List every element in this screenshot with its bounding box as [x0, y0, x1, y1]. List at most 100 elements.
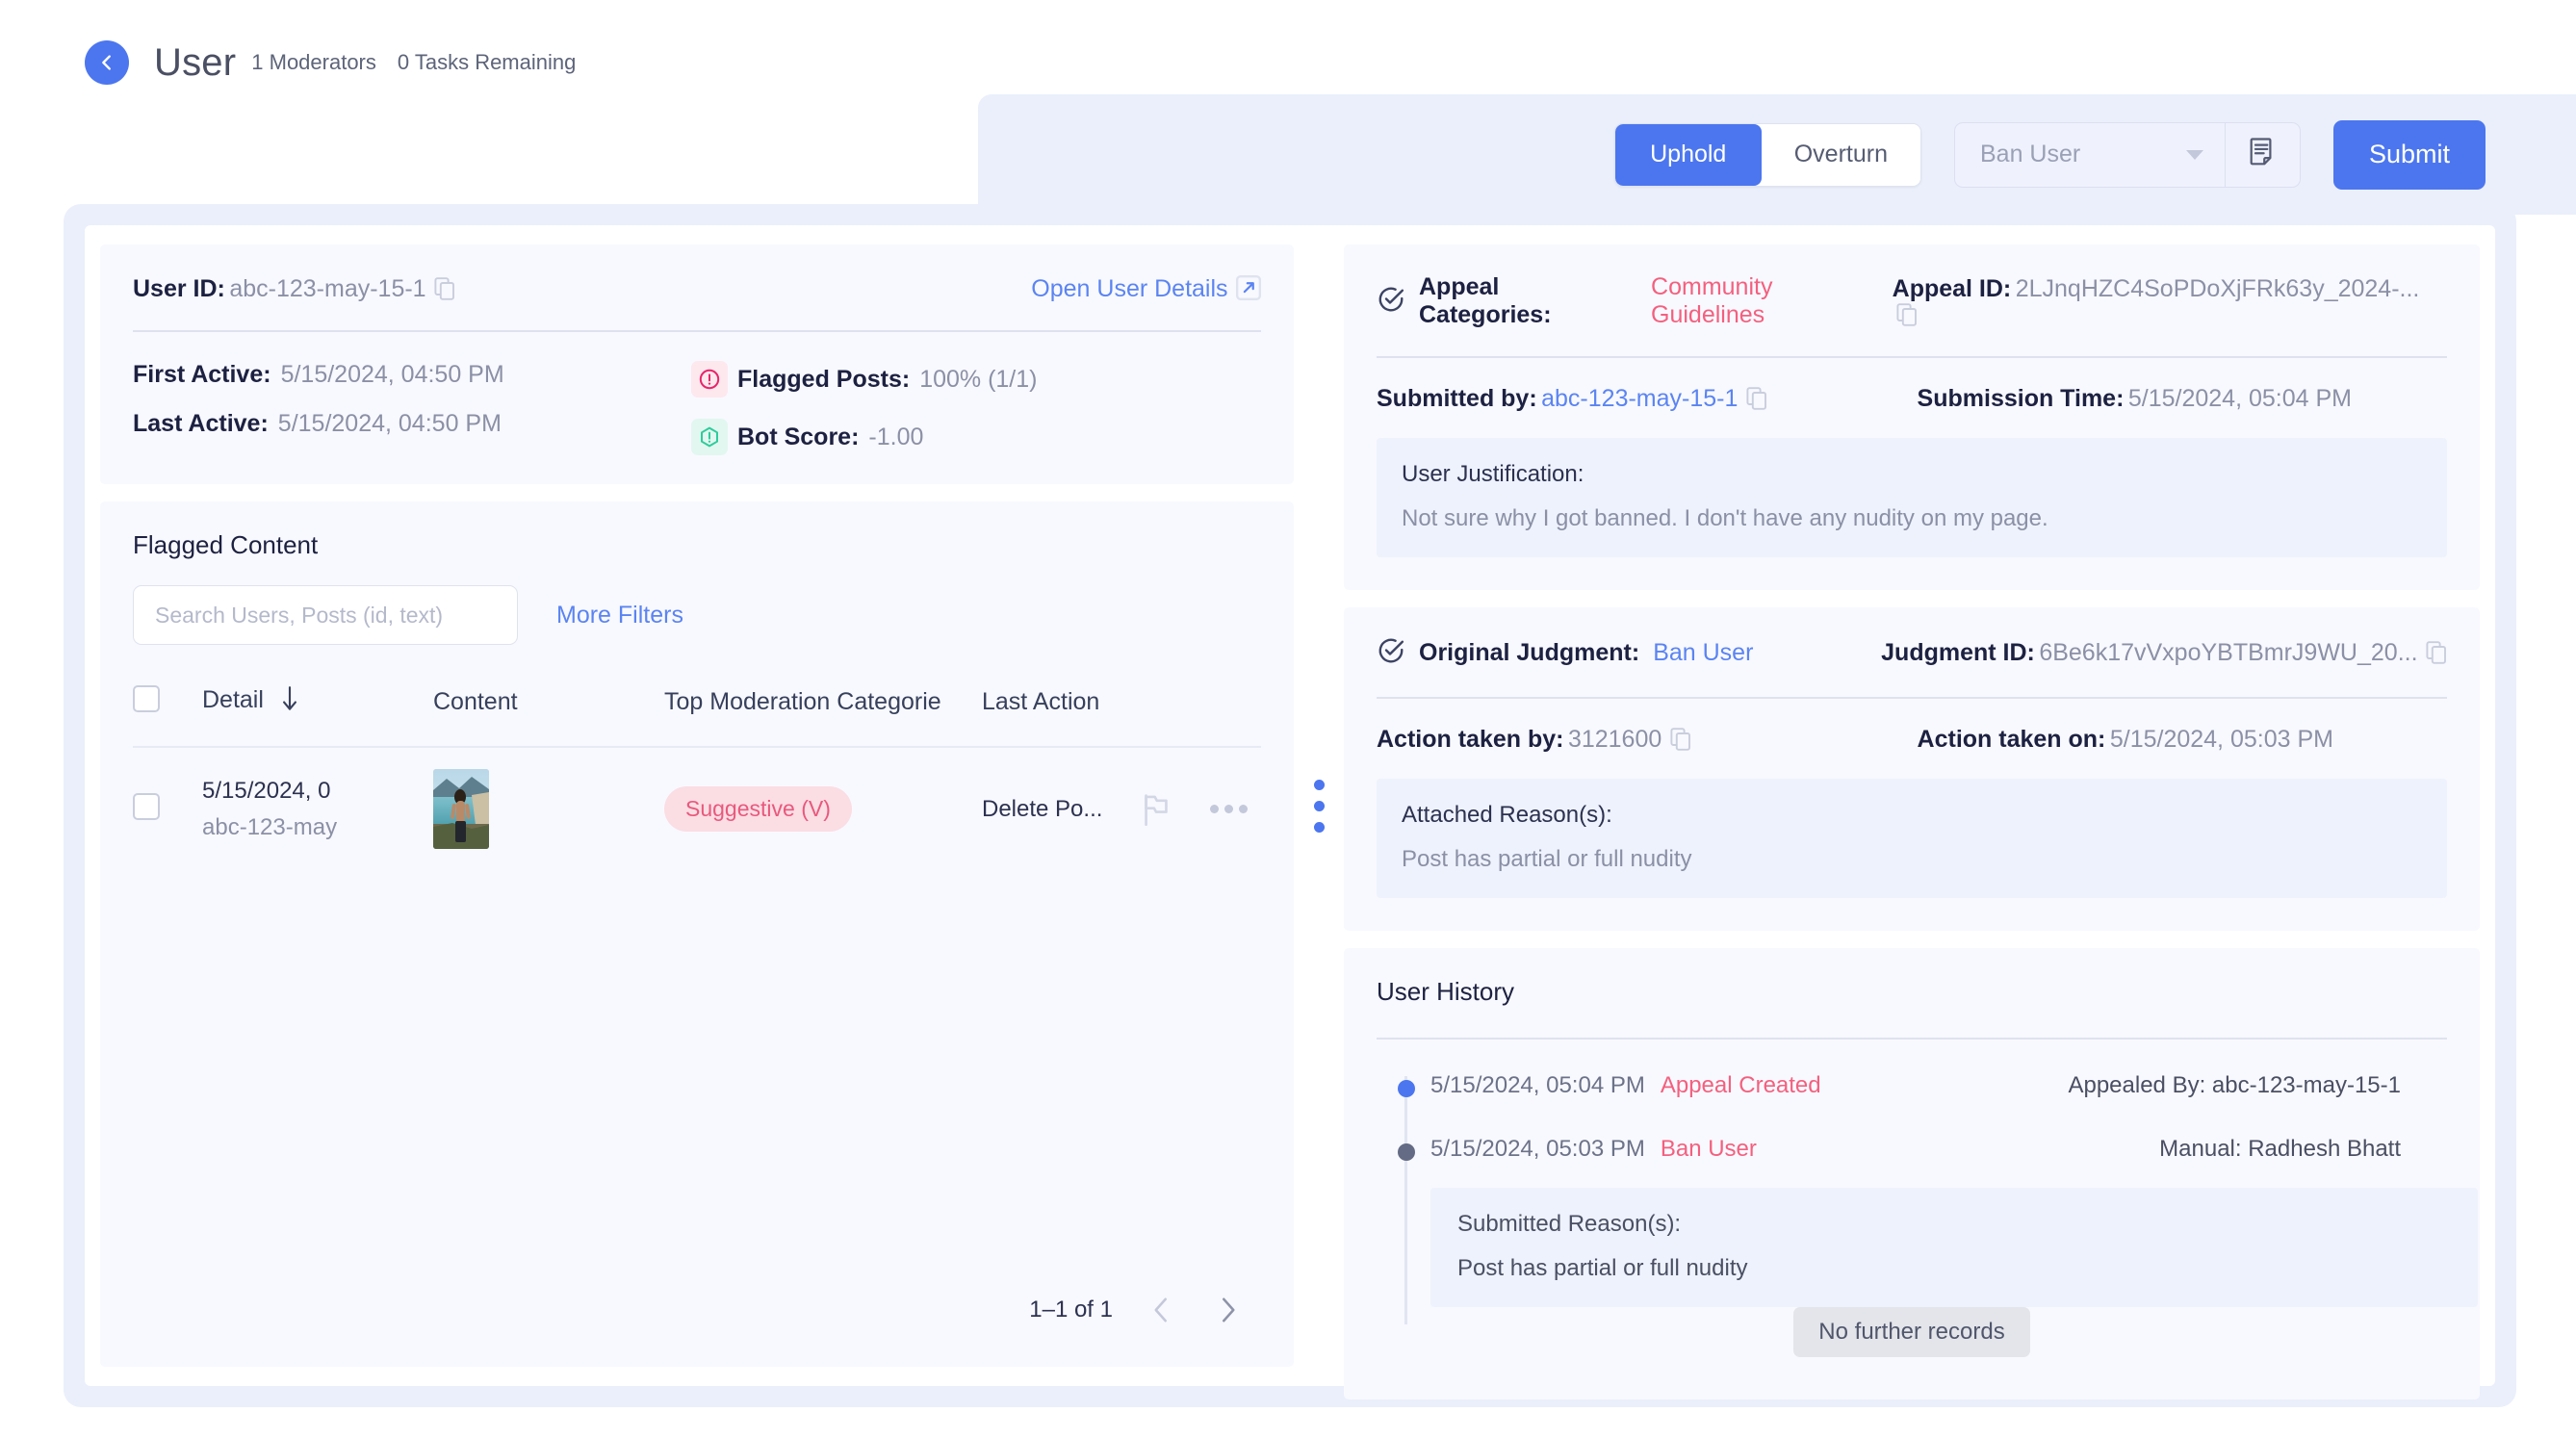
action-select-value: Ban User: [1980, 141, 2081, 167]
user-id-row: User ID: abc-123-may-15-1 Open User Deta…: [133, 275, 1261, 303]
event-time: 5/15/2024, 05:03 PM: [1430, 1136, 1645, 1162]
timeline-dot-icon: [1398, 1143, 1415, 1161]
add-note-button[interactable]: [2225, 122, 2300, 187]
bot-score-value: -1.00: [868, 423, 924, 450]
flagged-posts-value: 100% (1/1): [919, 365, 1038, 393]
appeal-categories-value: Community Guidelines: [1651, 273, 1773, 328]
original-judgment-value[interactable]: Ban User: [1653, 639, 1753, 667]
column-detail[interactable]: Detail: [202, 685, 433, 747]
moderation-category-badge: Suggestive (V): [664, 786, 852, 832]
bot-score-label: Bot Score:: [737, 423, 860, 450]
content-inner: User ID: abc-123-may-15-1 Open User Deta…: [85, 225, 2495, 1399]
submitted-by-value[interactable]: abc-123-may-15-1: [1541, 385, 1738, 412]
row-checkbox[interactable]: [133, 793, 160, 820]
flag-icon[interactable]: [1142, 793, 1171, 826]
sort-desc-icon: [280, 686, 299, 718]
flagged-posts-row: Flagged Posts: 100% (1/1): [691, 361, 1037, 398]
overturn-button[interactable]: Overturn: [1761, 123, 1920, 186]
last-active-label: Last Active:: [133, 410, 269, 437]
event-name: Ban User: [1660, 1136, 1757, 1162]
first-active-value: 5/15/2024, 04:50 PM: [280, 361, 504, 388]
divider: [1377, 356, 2447, 358]
timeline-dot-icon: [1398, 1080, 1415, 1097]
content-thumbnail[interactable]: [433, 769, 489, 849]
drag-handle-icon: [1313, 779, 1325, 833]
uphold-button[interactable]: Uphold: [1614, 123, 1762, 186]
judgment-header-row: Original Judgment: Ban User Judgment ID:…: [1377, 636, 2447, 670]
first-active-label: First Active:: [133, 361, 271, 388]
select-all-header: [133, 685, 202, 747]
previous-page-button[interactable]: [1146, 1292, 1178, 1328]
appeal-review-page: User 1 Moderators 0 Tasks Remaining Upho…: [0, 0, 2576, 1438]
flagged-posts-label: Flagged Posts:: [737, 365, 911, 393]
action-taken-on-label: Action taken on:: [1917, 726, 2106, 753]
next-page-button[interactable]: [1211, 1292, 1244, 1328]
appeal-id-group: Appeal ID: 2LJnqHZC4SoPDoXjFRk63y_2024-.…: [1893, 275, 2447, 327]
row-category-cell: Suggestive (V): [664, 746, 982, 870]
user-justification-text: Not sure why I got banned. I don't have …: [1402, 505, 2048, 531]
appeal-id-value: 2LJnqHZC4SoPDoXjFRk63y_2024-...: [2015, 275, 2420, 302]
user-id-group: User ID: abc-123-may-15-1: [133, 275, 455, 303]
first-active-row: First Active: 5/15/2024, 04:50 PM: [133, 361, 691, 389]
row-detail-cell: 5/15/2024, 0 abc-123-may: [202, 746, 433, 870]
copy-icon[interactable]: [1896, 303, 1918, 326]
judgment-id-value: 6Be6k17vVxpoYBTBmrJ9WU_20...: [2039, 639, 2418, 666]
submit-button[interactable]: Submit: [2333, 119, 2486, 190]
filters-row: More Filters: [133, 585, 1261, 645]
timeline-line: [1404, 1076, 1407, 1324]
copy-icon[interactable]: [1670, 728, 1691, 751]
column-last-action: Last Action: [982, 688, 1100, 715]
user-info-card: User ID: abc-123-may-15-1 Open User Deta…: [100, 244, 1294, 484]
no-further-records-badge: No further records: [1793, 1307, 2030, 1357]
action-taken-by-label: Action taken by:: [1377, 726, 1564, 753]
chevron-down-icon: [2186, 149, 2203, 160]
submitted-by-label: Submitted by:: [1377, 385, 1537, 412]
user-justification-box: User Justification: Not sure why I got b…: [1377, 438, 2447, 557]
row-last-action-cell: Delete Po...: [982, 746, 1261, 870]
row-select-cell: [133, 746, 202, 870]
divider: [1377, 1038, 2447, 1040]
divider: [133, 330, 1261, 332]
back-button[interactable]: [85, 40, 129, 85]
external-link-icon: [1236, 275, 1261, 300]
timeline-item: 5/15/2024, 05:03 PM Ban User Manual: Rad…: [1398, 1136, 2478, 1307]
content-shell: User ID: abc-123-may-15-1 Open User Deta…: [64, 204, 2516, 1407]
appeal-categories-label: Appeal Categories:: [1419, 273, 1552, 328]
attached-reasons-label: Attached Reason(s):: [1402, 802, 1612, 828]
appeal-categories-group: Appeal Categories: Community Guidelines: [1377, 273, 1893, 329]
pagination: 1–1 of 1: [133, 1267, 1261, 1367]
copy-icon[interactable]: [2426, 641, 2447, 664]
decision-toggle: Uphold Overturn: [1613, 122, 1921, 187]
submitted-reasons-text: Post has partial or full nudity: [1457, 1255, 1748, 1281]
history-timeline: 5/15/2024, 05:04 PM Appeal Created Appea…: [1398, 1072, 2478, 1324]
alert-hexagon-icon: [691, 419, 728, 455]
no-further-records-wrap: No further records: [1377, 1307, 2447, 1374]
moderators-count: 1 Moderators: [251, 50, 376, 74]
appeal-submitter-row: Submitted by: abc-123-may-15-1 Submissio…: [1377, 385, 2447, 413]
alert-circle-icon: [691, 361, 728, 398]
attached-reasons-box: Attached Reason(s): Post has partial or …: [1377, 779, 2447, 898]
user-history-card: User History 5/15/2024, 05:04 PM Appeal …: [1344, 948, 2480, 1399]
appeal-header-row: Appeal Categories: Community Guidelines …: [1377, 273, 2447, 329]
action-select[interactable]: Ban User: [1955, 123, 2225, 187]
score-stats: Flagged Posts: 100% (1/1) Bot Score: -1.…: [691, 361, 1037, 455]
search-input[interactable]: [133, 585, 518, 645]
check-circle-icon: [1377, 285, 1405, 319]
user-id-label: User ID:: [133, 275, 225, 302]
user-id-value: abc-123-may-15-1: [229, 275, 426, 302]
bot-score-row: Bot Score: -1.00: [691, 419, 1037, 455]
activity-stats: First Active: 5/15/2024, 04:50 PM Last A…: [133, 361, 691, 455]
panel-resize-handle[interactable]: [1294, 244, 1344, 1367]
column-detail-label: Detail: [202, 686, 264, 713]
more-filters-button[interactable]: More Filters: [556, 602, 683, 629]
row-more-options-icon[interactable]: [1210, 805, 1248, 813]
copy-icon[interactable]: [1746, 387, 1767, 410]
page-title: User: [154, 40, 237, 84]
note-icon: [2249, 137, 2278, 172]
copy-icon[interactable]: [434, 277, 455, 300]
submitted-reasons-label: Submitted Reason(s):: [1457, 1211, 1682, 1237]
row-detail-date: 5/15/2024, 0: [202, 778, 331, 805]
table-row[interactable]: 5/15/2024, 0 abc-123-may Suggestive (V) …: [133, 746, 1261, 870]
select-all-checkbox[interactable]: [133, 685, 160, 712]
open-user-details-button[interactable]: Open User Details: [1031, 275, 1261, 303]
